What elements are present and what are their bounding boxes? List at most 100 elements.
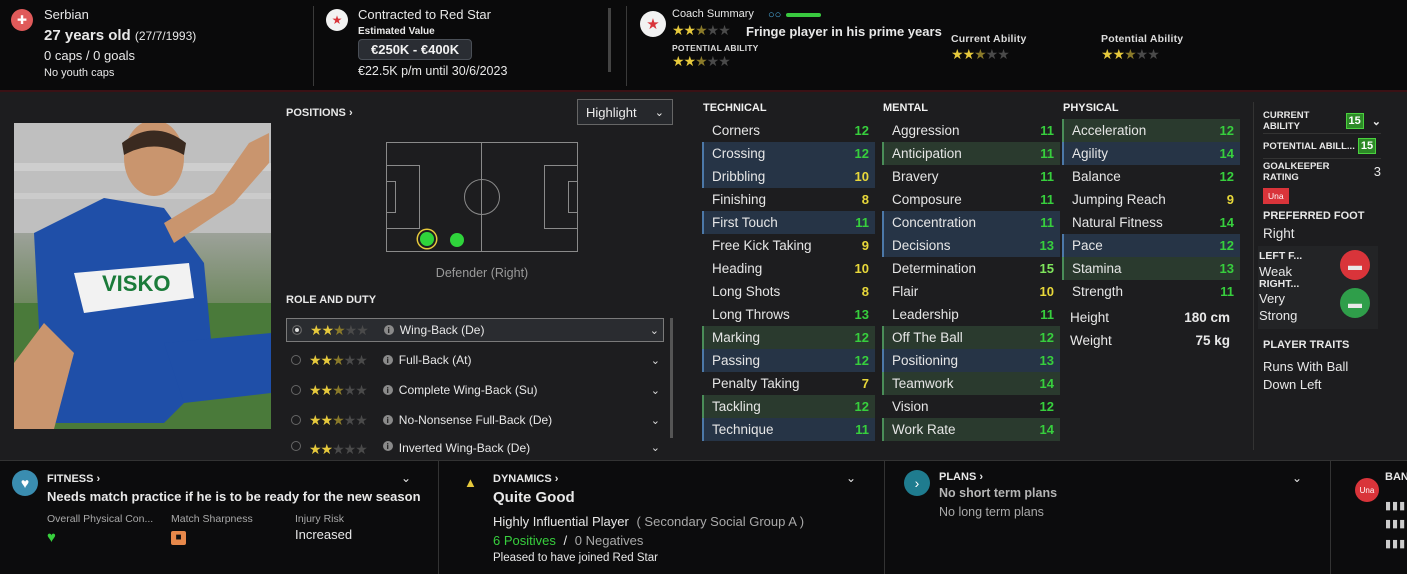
chevron-down-icon[interactable]: ⌄ [651, 441, 660, 454]
left-boot-icon: ▬ [1340, 250, 1370, 280]
potential-ability-label: POTENTIAL ABILITY [672, 43, 759, 53]
short-term-plans: No short term plans [939, 486, 1058, 500]
attr-technique[interactable]: Technique 11 [702, 418, 875, 441]
attr-flair[interactable]: Flair 10 [882, 280, 1060, 303]
attr-jumping-reach[interactable]: Jumping Reach 9 [1062, 188, 1240, 211]
scrollbar[interactable] [608, 8, 611, 72]
attr-positioning[interactable]: Positioning 13 [882, 349, 1060, 372]
dynamics-title[interactable]: DYNAMICS › [493, 473, 558, 485]
youth-caps: No youth caps [44, 67, 115, 79]
attr-vision[interactable]: Vision 12 [882, 395, 1060, 418]
info-icon[interactable]: i [382, 355, 393, 365]
current-ability-stars: ★★★★★ [951, 46, 1010, 62]
positions-title[interactable]: POSITIONS › [286, 107, 353, 119]
chevron-down-icon[interactable]: ⌄ [1372, 115, 1381, 128]
attr-finishing[interactable]: Finishing 8 [702, 188, 875, 211]
attr-decisions[interactable]: Decisions 13 [882, 234, 1060, 257]
highlight-select[interactable]: Highlight ⌄ [577, 99, 673, 125]
role-row-wing-back-de[interactable]: ★★ ★ ★★ i Wing-Back (De) ⌄ [286, 318, 664, 342]
attr-strength[interactable]: Strength 11 [1062, 280, 1240, 303]
attr-long-throws[interactable]: Long Throws 13 [702, 303, 875, 326]
ban-placeholder-1: ▮▮▮▮ [1385, 500, 1407, 512]
chevron-down-icon[interactable]: ⌄ [651, 354, 660, 367]
attr-balance[interactable]: Balance 12 [1062, 165, 1240, 188]
position-dot-secondary[interactable] [450, 233, 464, 247]
attr-penalty-taking[interactable]: Penalty Taking 7 [702, 372, 875, 395]
attr-bravery[interactable]: Bravery 11 [882, 165, 1060, 188]
attr-acceleration[interactable]: Acceleration 12 [1062, 119, 1240, 142]
attr-dribbling[interactable]: Dribbling 10 [702, 165, 875, 188]
attr-tackling[interactable]: Tackling 12 [702, 395, 875, 418]
attr-work-rate[interactable]: Work Rate 14 [882, 418, 1060, 441]
radio-selected[interactable] [292, 325, 302, 335]
attr-crossing[interactable]: Crossing 12 [702, 142, 875, 165]
role-row-inverted-wing-back-de[interactable]: ★★ ★★★ i Inverted Wing-Back (De) ⌄ [286, 438, 664, 456]
trait-1[interactable]: Runs With Ball [1263, 359, 1393, 374]
coach-potential-stars: ★★★★★ [672, 53, 731, 69]
info-icon[interactable]: i [382, 415, 393, 425]
side-panel: CURRENT ABILITY 15 ⌄ POTENTIAL ABILL... … [1253, 102, 1393, 450]
injury-risk-label: Injury Risk [295, 513, 345, 525]
dynamics-summary: Quite Good [493, 489, 575, 506]
attr-first-touch[interactable]: First Touch 11 [702, 211, 875, 234]
flag-icon: ✚ [11, 9, 33, 31]
attr-long-shots[interactable]: Long Shots 8 [702, 280, 875, 303]
chevron-down-icon[interactable]: ⌄ [401, 471, 411, 485]
chevron-down-icon[interactable]: ⌄ [650, 324, 659, 337]
role-row-no-nonsense-full-back-de[interactable]: ★★ ★ ★★ i No-Nonsense Full-Back (De) ⌄ [286, 408, 664, 432]
long-term-plans: No long term plans [939, 505, 1044, 519]
mental-panel: MENTAL Aggression 11 Anticipation 11 Brave… [882, 102, 1060, 441]
attr-agility[interactable]: Agility 14 [1062, 142, 1240, 165]
chevron-down-icon: ⌄ [654, 106, 664, 119]
chevron-down-icon[interactable]: ⌄ [651, 384, 660, 397]
fitness-summary: Needs match practice if he is to be read… [47, 489, 421, 504]
radio[interactable] [291, 441, 301, 451]
estimated-value-label: Estimated Value [358, 26, 435, 37]
chevron-right-circle-icon: › [904, 470, 930, 496]
wage-info: €22.5K p/m until 30/6/2023 [358, 64, 508, 78]
attr-off-the-ball[interactable]: Off The Ball 12 [882, 326, 1060, 349]
attr-heading[interactable]: Heading 10 [702, 257, 875, 280]
role-row-full-back-at[interactable]: ★★ ★ ★★ i Full-Back (At) ⌄ [286, 348, 664, 372]
caps: 0 caps / 0 goals [44, 48, 136, 63]
chevron-down-icon[interactable]: ⌄ [1292, 471, 1302, 485]
positives-negatives[interactable]: 6 Positives / 0 Negatives [493, 533, 643, 548]
attr-stamina[interactable]: Stamina 13 [1062, 257, 1240, 280]
nationality: Serbian [44, 7, 89, 22]
fitness-title[interactable]: FITNESS › [47, 473, 100, 485]
attr-passing[interactable]: Passing 12 [702, 349, 875, 372]
attr-determination[interactable]: Determination 15 [882, 257, 1060, 280]
radio[interactable] [291, 415, 301, 425]
scout-knowledge-bar [786, 13, 821, 17]
attr-composure[interactable]: Composure 11 [882, 188, 1060, 211]
attr-leadership[interactable]: Leadership 11 [882, 303, 1060, 326]
chevron-down-icon[interactable]: ⌄ [651, 414, 660, 427]
attr-corners[interactable]: Corners 12 [702, 119, 875, 142]
ban-placeholder-3: ▮▮▮▮ [1385, 538, 1407, 550]
attr-pace[interactable]: Pace 12 [1062, 234, 1240, 257]
attr-natural-fitness[interactable]: Natural Fitness 14 [1062, 211, 1240, 234]
mental-title: MENTAL [883, 102, 929, 114]
player-photo-image: VISKO [14, 123, 271, 429]
attr-aggression[interactable]: Aggression 11 [882, 119, 1060, 142]
position-dot-primary[interactable] [420, 232, 434, 246]
attr-anticipation[interactable]: Anticipation 11 [882, 142, 1060, 165]
attr-free-kick-taking[interactable]: Free Kick Taking 9 [702, 234, 875, 257]
attr-concentration[interactable]: Concentration 11 [882, 211, 1060, 234]
attr-marking[interactable]: Marking 12 [702, 326, 875, 349]
role-row-complete-wing-back-su[interactable]: ★★ ★ ★★ i Complete Wing-Back (Su) ⌄ [286, 378, 664, 402]
bans-title[interactable]: BAN [1385, 471, 1407, 483]
info-icon[interactable]: i [383, 325, 394, 335]
radio[interactable] [291, 385, 301, 395]
info-icon[interactable]: i [382, 385, 393, 395]
roles-scrollbar[interactable] [670, 318, 673, 438]
chevron-down-icon[interactable]: ⌄ [846, 471, 856, 485]
info-icon[interactable]: i [382, 441, 393, 451]
trait-2[interactable]: Down Left [1263, 377, 1393, 392]
radio[interactable] [291, 355, 301, 365]
injury-risk-value: Increased [295, 527, 353, 542]
plans-title[interactable]: PLANS › [939, 471, 983, 483]
coach-star-icon: ★ [640, 11, 666, 37]
left-foot-value: Weak [1259, 264, 1292, 279]
attr-teamwork[interactable]: Teamwork 14 [882, 372, 1060, 395]
